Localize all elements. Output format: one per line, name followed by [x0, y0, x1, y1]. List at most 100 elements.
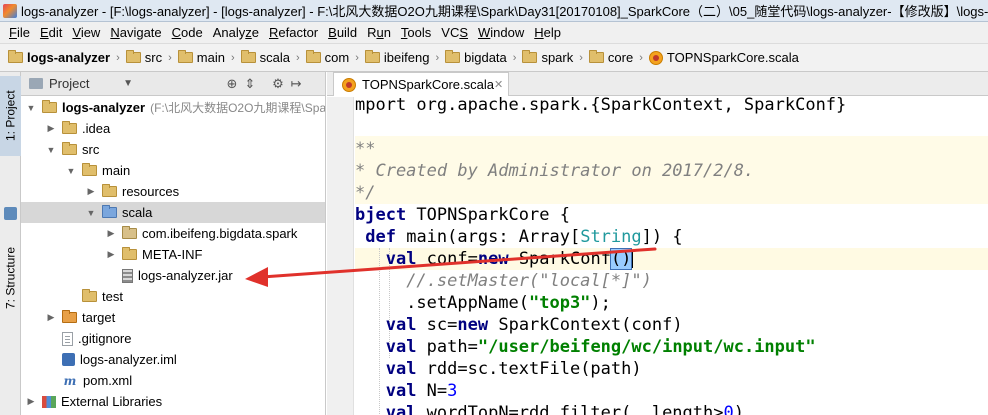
menu-run[interactable]: Run [362, 22, 396, 43]
code-line: val sc=new SparkContext(conf) [355, 314, 683, 336]
menu-help[interactable]: Help [529, 22, 566, 43]
folder-icon [62, 121, 77, 134]
expand-arrow-icon[interactable]: ▼ [85, 208, 97, 218]
maven-file-icon: m [63, 373, 77, 388]
code-token: wordTopN=rdd.filter(_.length> [416, 403, 724, 415]
menu-file[interactable]: File [4, 22, 35, 43]
tree-item[interactable]: ▶ com.ibeifeng.bigdata.spark [21, 223, 325, 244]
tree-item-label: src [82, 142, 100, 157]
project-panel-header: Project ▼ ⊕ ⇕ ⚙ ↦ [21, 72, 325, 96]
collapse-arrow-icon[interactable]: ▶ [25, 396, 37, 407]
code-line: * Created by Administrator on 2017/2/8. [355, 160, 754, 182]
code-token: ); [590, 293, 611, 313]
tree-item[interactable]: ▶.gitignore [21, 328, 325, 349]
breadcrumb-label: main [196, 50, 225, 65]
tree-item[interactable]: ▼ logs-analyzer (F:\北风大数据O2O九期课程\Spa [21, 97, 326, 118]
tree-item-label: .idea [82, 121, 111, 136]
code-line: //.setMaster("local[*]") [355, 270, 652, 292]
tree-item[interactable]: ▶ resources [21, 181, 325, 202]
breadcrumb-item[interactable]: spark [522, 50, 573, 65]
code-token: val [385, 381, 417, 401]
menu-edit[interactable]: Edit [35, 22, 67, 43]
breadcrumb-label: ibeifeng [383, 50, 430, 65]
tree-item[interactable]: ▶ External Libraries [21, 391, 325, 412]
breadcrumb-item[interactable]: src [125, 50, 162, 65]
breadcrumb-item[interactable]: com [305, 50, 350, 65]
project-view-selector[interactable]: Project ▼ [25, 75, 133, 93]
breadcrumb-label: scala [259, 50, 290, 65]
menu-vcs[interactable]: VCS [436, 22, 473, 43]
tree-item[interactable]: ▶ META-INF [21, 244, 325, 265]
code-token: path= [416, 337, 478, 357]
tree-item[interactable]: ▶ target [21, 307, 325, 328]
collapse-arrow-icon[interactable]: ▶ [85, 186, 97, 197]
breadcrumb-separator-icon: › [116, 51, 120, 64]
menu-navigate[interactable]: Navigate [105, 22, 166, 43]
target-icon[interactable]: ⊕ [223, 76, 241, 92]
tree-item-label: resources [122, 184, 180, 199]
tree-item-label: logs-analyzer.jar [138, 268, 233, 283]
tab-project-tool-window[interactable]: 1: Project [0, 76, 21, 156]
code-line: bject TOPNSparkCore { [355, 204, 570, 226]
menu-analyze[interactable]: Analyze [208, 22, 264, 43]
expand-arrow-icon[interactable]: ▼ [65, 166, 77, 176]
menu-view[interactable]: View [67, 22, 105, 43]
breadcrumb-item[interactable]: TOPNSparkCore.scala [648, 50, 799, 65]
code-token: val [385, 403, 417, 415]
project-view-icon [29, 78, 43, 89]
tree-item[interactable]: ▶test [21, 286, 325, 307]
tree-item[interactable]: ▶mpom.xml [21, 370, 325, 391]
code-token: //.setMaster("local[*]") [406, 271, 652, 291]
breadcrumb-label: core [607, 50, 634, 65]
chevron-down-icon: ▼ [123, 78, 133, 89]
folder-icon [522, 50, 538, 63]
code-line: */ [355, 182, 375, 204]
tab-topnsparkcore-scala[interactable]: TOPNSparkCore.scala ✕ [333, 72, 509, 96]
tree-item-label: com.ibeifeng.bigdata.spark [142, 226, 298, 241]
expand-arrow-icon[interactable]: ▼ [45, 145, 57, 155]
folder-icon [125, 50, 141, 63]
breadcrumb-item[interactable]: bigdata [445, 50, 507, 65]
tool-window-strip: 1: Project 7: Structure [0, 72, 21, 415]
breadcrumb-item[interactable]: logs-analyzer [8, 50, 110, 65]
text-caret [631, 250, 634, 268]
expand-arrow-icon[interactable]: ▼ [25, 103, 37, 113]
collapse-arrow-icon[interactable]: ▶ [105, 249, 117, 260]
code-line: .setAppName("top3"); [355, 292, 611, 314]
menu-window[interactable]: Window [473, 22, 529, 43]
tree-item[interactable]: ▶logs-analyzer.jar [21, 265, 325, 286]
code-line: val rdd=sc.textFile(path) [355, 358, 642, 380]
tab-structure-tool-window[interactable]: 7: Structure [0, 232, 21, 324]
hide-icon[interactable]: ↦ [287, 76, 305, 92]
tree-item-path: (F:\北风大数据O2O九期课程\Spa [150, 101, 326, 115]
source-folder-icon [102, 205, 117, 218]
menu-code[interactable]: Code [167, 22, 208, 43]
folder-icon [305, 50, 321, 63]
close-icon[interactable]: ✕ [494, 78, 503, 91]
tree-item[interactable]: ▼ main [21, 160, 325, 181]
tree-item-label: logs-analyzer [62, 100, 146, 115]
tree-item[interactable]: ▼ src [21, 139, 325, 160]
tree-item[interactable]: ▶logs-analyzer.iml [21, 349, 325, 370]
collapse-arrow-icon[interactable]: ▶ [45, 312, 57, 323]
breadcrumb-item[interactable]: scala [240, 50, 290, 65]
collapse-arrow-icon[interactable]: ▶ [105, 228, 117, 239]
code-area[interactable]: mport org.apache.spark.{SparkContext, Sp… [355, 97, 988, 415]
editor-gutter [327, 97, 354, 415]
menu-refactor[interactable]: Refactor [264, 22, 323, 43]
breadcrumb-item[interactable]: core [588, 50, 634, 65]
tree-item-label: logs-analyzer.iml [80, 352, 177, 367]
tree-item[interactable]: ▶ .idea [21, 118, 325, 139]
tree-item[interactable]: ▼ scala [21, 202, 325, 223]
folder-icon [82, 163, 97, 176]
menu-tools[interactable]: Tools [396, 22, 436, 43]
collapse-icon[interactable]: ⇕ [241, 76, 259, 92]
breadcrumb-label: com [324, 50, 350, 65]
code-token: main(args: Array[ [395, 227, 581, 247]
collapse-arrow-icon[interactable]: ▶ [45, 123, 57, 134]
gear-icon[interactable]: ⚙ [269, 76, 287, 92]
breadcrumb-item[interactable]: ibeifeng [364, 50, 430, 65]
code-token: new [477, 249, 509, 269]
breadcrumb-item[interactable]: main [177, 50, 225, 65]
menu-build[interactable]: Build [323, 22, 362, 43]
